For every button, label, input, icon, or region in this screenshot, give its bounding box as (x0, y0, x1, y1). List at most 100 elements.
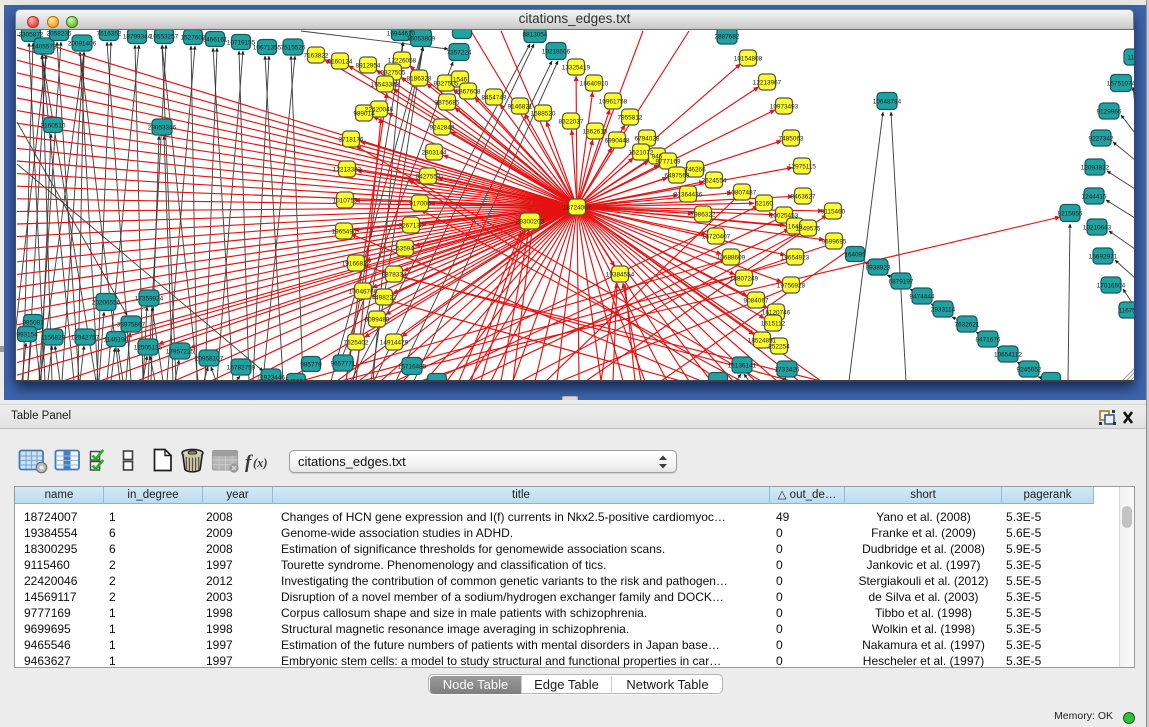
svg-text:7955812: 7955812 (618, 115, 643, 122)
svg-text:9160124: 9160124 (328, 59, 353, 66)
svg-text:10648784: 10648784 (873, 99, 902, 106)
svg-text:9245052: 9245052 (1017, 367, 1042, 374)
svg-text:20206556: 20206556 (92, 300, 121, 307)
svg-text:6879197: 6879197 (889, 279, 914, 286)
svg-text:18799344: 18799344 (123, 34, 152, 41)
svg-text:2305872: 2305872 (19, 32, 44, 39)
svg-text:14914479: 14914479 (380, 340, 409, 347)
svg-text:985081: 985081 (22, 320, 44, 327)
svg-text:4498222: 4498222 (372, 295, 397, 302)
svg-text:8427552: 8427552 (416, 174, 441, 181)
svg-text:8878334: 8878334 (382, 272, 407, 279)
svg-text:945052: 945052 (285, 379, 307, 383)
svg-text:1405572: 1405572 (32, 44, 57, 51)
svg-text:2867608: 2867608 (456, 89, 481, 96)
svg-text:16053809: 16053809 (407, 36, 436, 43)
svg-text:1733426: 1733426 (775, 367, 800, 374)
svg-text:18807249: 18807249 (730, 276, 759, 283)
svg-text:2058236: 2058236 (47, 31, 72, 38)
svg-text:12505135: 12505135 (134, 345, 163, 352)
svg-text:7163822: 7163822 (304, 53, 329, 60)
svg-text:2933114: 2933114 (931, 307, 956, 314)
svg-text:9146821: 9146821 (508, 104, 533, 111)
svg-text:15751074: 15751074 (1107, 81, 1134, 88)
svg-text:9227342: 9227342 (1089, 136, 1114, 143)
svg-text:3875685: 3875685 (435, 100, 460, 107)
svg-text:116753: 116753 (1119, 308, 1134, 315)
svg-text:15136141: 15136141 (728, 363, 757, 370)
svg-text:10958107: 10958107 (195, 356, 224, 363)
svg-text:3267130: 3267130 (399, 223, 424, 230)
svg-text:f: f (245, 452, 253, 473)
svg-text:6466161: 6466161 (203, 37, 228, 44)
svg-text:12093822: 12093822 (1081, 165, 1110, 172)
svg-text:1145194: 1145194 (104, 337, 129, 344)
svg-text:(x): (x) (253, 456, 268, 470)
svg-text:9657771: 9657771 (331, 361, 356, 368)
svg-text:19654923: 19654923 (781, 255, 810, 262)
svg-text:8454749: 8454749 (482, 95, 507, 102)
svg-text:6990448: 6990448 (605, 138, 630, 145)
svg-text:9777169: 9777169 (656, 159, 681, 166)
svg-text:10154808: 10154808 (734, 56, 763, 63)
svg-text:9115460: 9115460 (821, 209, 846, 216)
svg-text:9242848: 9242848 (430, 125, 455, 132)
svg-text:17016504: 17016504 (1097, 283, 1126, 290)
svg-text:2803144: 2803144 (422, 150, 447, 157)
svg-text:1588520: 1588520 (531, 111, 556, 118)
svg-text:8471676: 8471676 (976, 337, 1001, 344)
svg-text:2160510: 2160510 (41, 123, 66, 130)
svg-text:8215955: 8215955 (1058, 211, 1083, 218)
svg-text:2718176: 2718176 (339, 137, 364, 144)
svg-text:7625402: 7625402 (344, 340, 369, 347)
svg-text:19756928: 19756928 (777, 283, 806, 290)
svg-text:10807487: 10807487 (728, 190, 757, 197)
svg-text:62160: 62160 (755, 201, 773, 208)
svg-text:989014: 989014 (353, 111, 375, 118)
svg-text:12213967: 12213967 (753, 80, 782, 87)
svg-text:17957225: 17957225 (166, 349, 195, 356)
svg-text:8912954: 8912954 (356, 63, 381, 70)
svg-text:1546: 1546 (453, 77, 468, 84)
svg-text:9129966: 9129966 (1097, 109, 1122, 116)
svg-text:19384554: 19384554 (606, 272, 635, 279)
svg-text:16640910: 16640910 (580, 81, 609, 88)
svg-text:1244415: 1244415 (1082, 194, 1107, 201)
svg-text:20091406: 20091406 (68, 41, 97, 48)
svg-text:15720407: 15720407 (702, 234, 731, 241)
svg-text:252254: 252254 (768, 344, 790, 351)
svg-text:10671355: 10671355 (253, 45, 282, 52)
svg-text:10654112: 10654112 (994, 352, 1022, 359)
svg-text:15716485: 15716485 (398, 364, 427, 371)
svg-text:9463627: 9463627 (791, 194, 816, 201)
svg-text:11923446: 11923446 (257, 375, 285, 382)
svg-text:9474444: 9474444 (910, 294, 935, 301)
svg-text:1965490: 1965490 (332, 229, 357, 236)
svg-text:8322037: 8322037 (559, 119, 584, 126)
svg-text:18724007: 18724007 (563, 205, 592, 212)
svg-text:9084067: 9084067 (744, 298, 769, 305)
svg-text:1112: 1112 (1127, 55, 1134, 62)
svg-text:2887682: 2887682 (715, 34, 740, 41)
svg-text:1156829: 1156829 (41, 335, 66, 342)
svg-text:10719155: 10719155 (227, 40, 256, 47)
svg-text:10688609: 10688609 (717, 255, 746, 262)
svg-text:1010755: 1010755 (333, 198, 358, 205)
svg-text:7632621: 7632621 (955, 322, 980, 329)
svg-text:12975115: 12975115 (788, 164, 816, 171)
svg-text:12942757: 12942757 (71, 335, 100, 342)
svg-text:10553257: 10553257 (150, 34, 179, 41)
svg-text:985779: 985779 (300, 362, 322, 369)
svg-text:16543382: 16543382 (371, 82, 400, 89)
svg-text:8938923: 8938923 (866, 265, 891, 272)
svg-text:10973493: 10973493 (770, 104, 799, 111)
svg-text:164095: 164095 (844, 252, 866, 259)
svg-text:993154: 993154 (16, 332, 38, 339)
svg-text:1849575: 1849575 (796, 226, 821, 233)
svg-text:7515526: 7515526 (281, 45, 306, 52)
svg-text:1621072: 1621072 (629, 150, 654, 157)
svg-text:7986322: 7986322 (691, 212, 716, 219)
svg-text:33975867: 33975867 (117, 322, 146, 329)
svg-text:7516352: 7516352 (97, 31, 122, 38)
svg-text:8813054: 8813054 (523, 32, 548, 39)
